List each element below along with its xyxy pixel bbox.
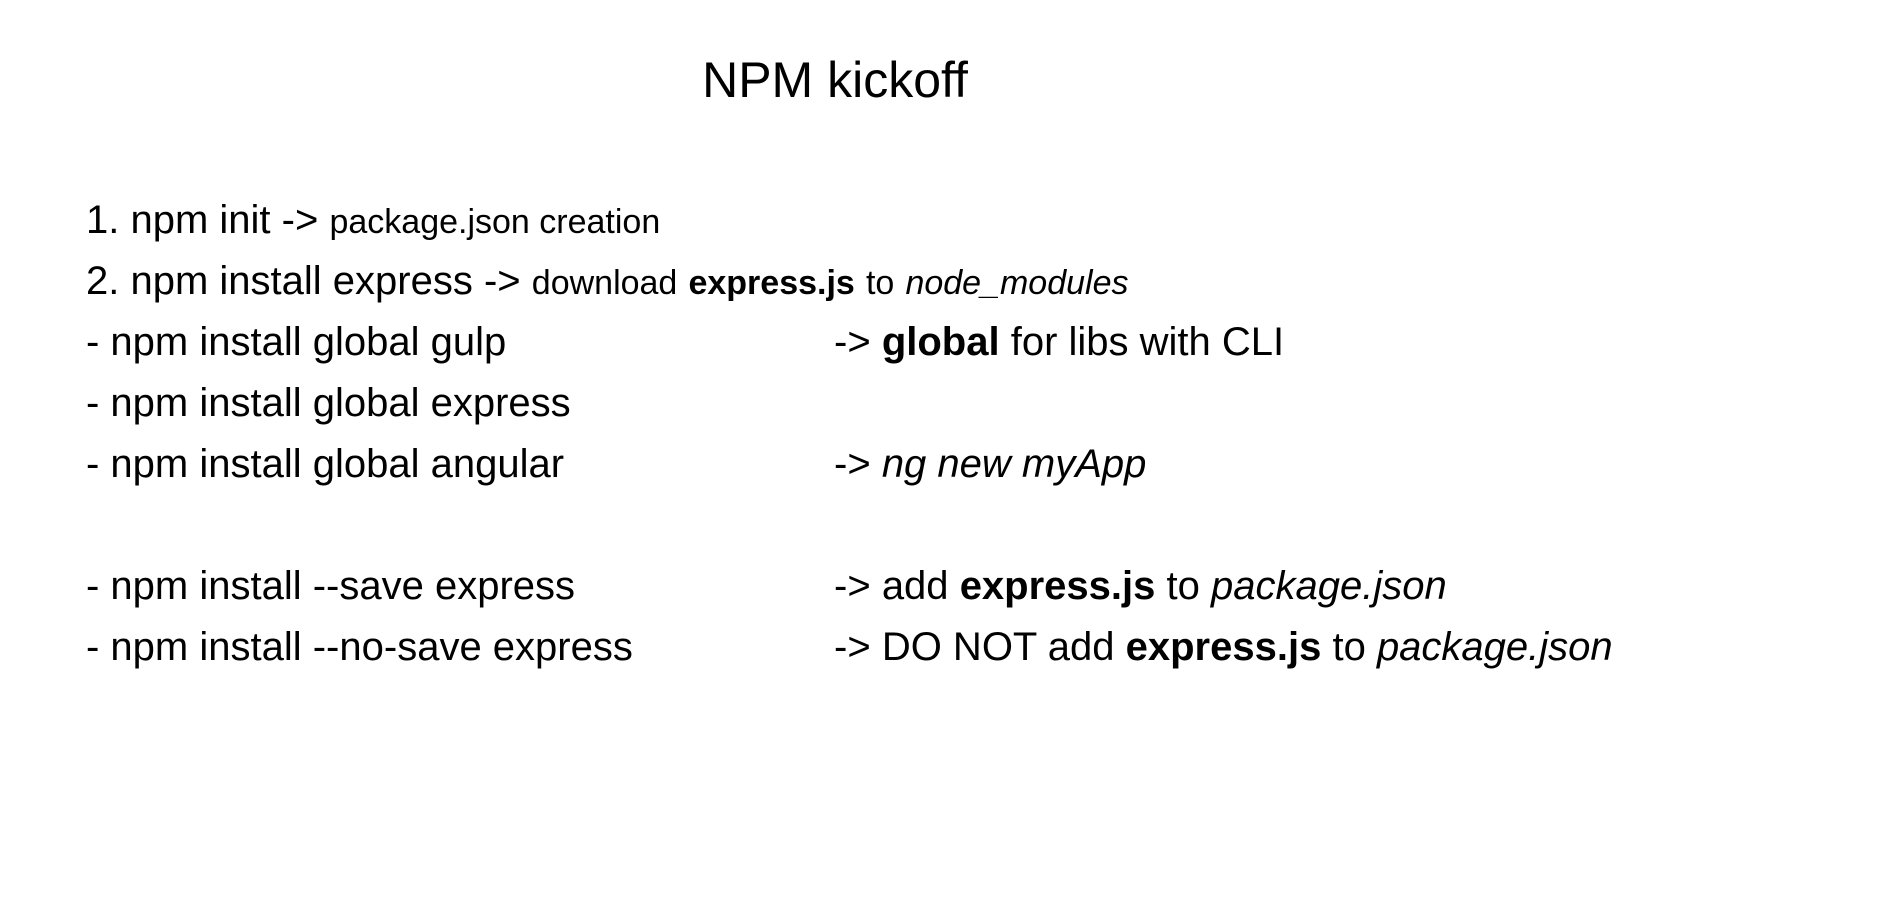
- line-install-global-angular: - npm install global angular -> ng new m…: [86, 436, 1146, 492]
- command-text: - npm install global gulp: [86, 320, 507, 364]
- note-bold: global: [881, 320, 1000, 364]
- note-text: for libs with CLI: [1010, 320, 1285, 364]
- line-npm-init: 1. npm init -> package.json creation: [86, 192, 660, 248]
- line-install-global-gulp: - npm install global gulp -> global for …: [86, 314, 1284, 370]
- command-text: - npm install global express: [86, 381, 571, 425]
- note-italic: package.json: [1211, 564, 1447, 608]
- note-text: to: [1166, 564, 1200, 608]
- note-bold: express.js: [959, 564, 1156, 608]
- note-text: download: [531, 264, 678, 302]
- note-bold: express.js: [688, 264, 855, 302]
- line-npm-install-express: 2. npm install express -> download expre…: [86, 253, 1129, 309]
- line-install-save-express: - npm install --save express -> add expr…: [86, 558, 1447, 614]
- note-column: -> add express.js to package.json: [834, 558, 1447, 614]
- arrow: ->: [483, 259, 521, 303]
- note-column: -> DO NOT add express.js to package.json: [834, 619, 1613, 675]
- note-text: add: [881, 564, 949, 608]
- note-column: -> global for libs with CLI: [834, 314, 1284, 370]
- arrow: ->: [834, 320, 871, 364]
- arrow: ->: [834, 625, 871, 669]
- command-text: - npm install global angular: [86, 442, 565, 486]
- line-install-global-express: - npm install global express: [86, 375, 571, 431]
- note-text: package.json creation: [329, 203, 661, 241]
- note-text: to: [865, 264, 895, 302]
- note-text: DO NOT add: [881, 625, 1115, 669]
- note-bold: express.js: [1125, 625, 1322, 669]
- note-italic: package.json: [1376, 625, 1613, 669]
- arrow: ->: [834, 564, 871, 608]
- note-italic: node_modules: [905, 264, 1129, 302]
- slide: NPM kickoff 1. npm init -> package.json …: [0, 0, 1879, 920]
- note-italic: ng new myApp: [881, 442, 1147, 486]
- arrow: ->: [281, 198, 319, 242]
- command-text: 1. npm init: [86, 198, 271, 242]
- line-install-no-save-express: - npm install --no-save express -> DO NO…: [86, 619, 1613, 675]
- command-text: - npm install --save express: [86, 564, 576, 608]
- note-text: to: [1332, 625, 1366, 669]
- command-text: 2. npm install express: [86, 259, 473, 303]
- arrow: ->: [834, 442, 871, 486]
- command-text: - npm install --no-save express: [86, 625, 633, 669]
- note-column: -> ng new myApp: [834, 436, 1146, 492]
- slide-title: NPM kickoff: [702, 52, 968, 108]
